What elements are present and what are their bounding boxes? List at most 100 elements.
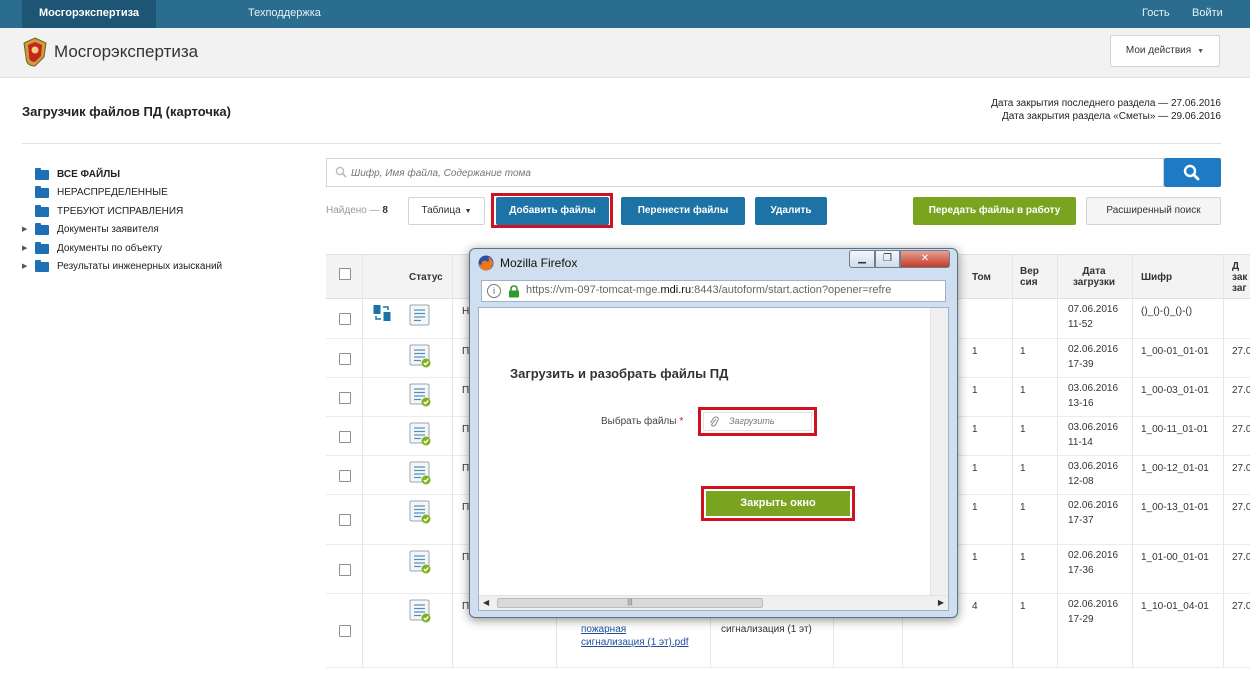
- move-files-button[interactable]: Перенести файлы: [621, 197, 745, 225]
- delete-button[interactable]: Удалить: [755, 197, 827, 225]
- row-deadline: 27.0: [1232, 502, 1250, 513]
- row-deadline: 27.0: [1232, 601, 1250, 612]
- row-cipher: 1_00-12_01-01: [1141, 463, 1209, 474]
- nav-tab-support[interactable]: Техподдержка: [248, 0, 321, 28]
- row-cipher: 1_01-00_01-01: [1141, 552, 1209, 563]
- view-mode-label: Таблица: [421, 205, 461, 216]
- tree-node[interactable]: ТРЕБУЮТ ИСПРАВЛЕНИЯ: [22, 203, 312, 221]
- expand-arrow-icon[interactable]: ▶: [22, 258, 32, 276]
- tree-node-label: НЕРАСПРЕДЕЛЕННЫЕ: [57, 187, 168, 199]
- column-tom[interactable]: Том: [972, 255, 1012, 299]
- address-bar[interactable]: i https://vm-097-tomcat-mge.mdi.ru:8443/…: [481, 280, 946, 302]
- required-marker: *: [679, 416, 684, 427]
- site-logo-text[interactable]: Мосгорэкспертиза: [54, 42, 198, 62]
- document-approved-icon[interactable]: [409, 500, 431, 524]
- transfer-files-button[interactable]: Передать файлы в работу: [913, 197, 1076, 225]
- document-icon[interactable]: [409, 304, 431, 328]
- found-number: 8: [382, 205, 388, 216]
- nav-tab-mosgorexpertiza[interactable]: Мосгорэкспертиза: [22, 0, 156, 28]
- minimize-button[interactable]: ▁: [849, 250, 875, 268]
- column-status[interactable]: Статус: [409, 255, 469, 299]
- document-approved-icon[interactable]: [409, 344, 431, 368]
- close-window-green-button[interactable]: Закрыть окно: [706, 491, 850, 516]
- row-time: 11-52: [1068, 319, 1093, 330]
- document-approved-icon[interactable]: [409, 550, 431, 574]
- advanced-search-button[interactable]: Расширенный поиск: [1086, 197, 1221, 225]
- deadline-last-section: Дата закрытия последнего раздела — 27.06…: [991, 98, 1221, 109]
- maximize-button[interactable]: ❐: [875, 250, 900, 268]
- vertical-scrollbar[interactable]: [930, 308, 948, 596]
- expand-arrow-icon[interactable]: ▶: [22, 221, 32, 239]
- row-checkbox[interactable]: [339, 391, 351, 404]
- tree-node[interactable]: ▶ Документы заявителя: [22, 221, 312, 239]
- scroll-thumb[interactable]: |||: [497, 598, 763, 608]
- tree-node[interactable]: ▶ Результаты инженерных изысканий: [22, 258, 312, 276]
- divider: [22, 143, 1221, 144]
- volume-content: сигнализация (1 эт): [721, 624, 812, 635]
- popup-content: ◀ ||| ▶: [478, 307, 949, 611]
- row-version: 1: [1020, 424, 1026, 435]
- firefox-icon: [478, 255, 494, 271]
- row-checkbox[interactable]: [339, 352, 351, 365]
- search-button[interactable]: [1164, 158, 1221, 187]
- document-approved-icon[interactable]: [409, 383, 431, 407]
- column-deadline[interactable]: Д зак заг: [1232, 255, 1250, 299]
- row-time: 17-29: [1068, 614, 1094, 625]
- row-checkbox[interactable]: [339, 430, 351, 443]
- search-field: [326, 158, 1164, 187]
- document-approved-icon[interactable]: [409, 461, 431, 485]
- search-icon: [335, 166, 347, 178]
- scroll-left-icon[interactable]: ◀: [483, 598, 489, 607]
- row-checkbox[interactable]: [339, 469, 351, 482]
- info-icon[interactable]: i: [487, 284, 501, 298]
- row-checkbox[interactable]: [339, 313, 351, 325]
- select-all-checkbox[interactable]: [339, 268, 351, 280]
- my-actions-dropdown[interactable]: Мои действия ▼: [1110, 35, 1220, 67]
- row-version: 1: [1020, 601, 1026, 612]
- swap-files-icon[interactable]: [373, 304, 391, 322]
- folder-icon: [35, 168, 49, 180]
- login-link[interactable]: Войти: [1192, 0, 1223, 28]
- row-upload-date: 03.06.2016 12-08: [1068, 459, 1118, 489]
- row-upload-date: 02.06.2016 17-29: [1068, 597, 1118, 627]
- column-cipher[interactable]: Шифр: [1141, 255, 1201, 299]
- row-tom: 4: [972, 601, 978, 612]
- row-upload-date: 02.06.2016 17-39: [1068, 342, 1118, 372]
- upload-file-button[interactable]: Загрузить: [703, 412, 812, 431]
- horizontal-scrollbar[interactable]: ◀ ||| ▶: [479, 595, 948, 610]
- search-input[interactable]: [351, 163, 1151, 183]
- close-window-button[interactable]: ✕: [900, 250, 950, 268]
- choose-files-label: Выбрать файлы *: [601, 416, 683, 427]
- row-deadline: 27.0: [1232, 346, 1250, 357]
- tree-node[interactable]: НЕРАСПРЕДЕЛЕННЫЕ: [22, 184, 312, 202]
- row-checkbox[interactable]: [339, 514, 351, 526]
- row-cipher: 1_00-01_01-01: [1141, 346, 1209, 357]
- row-cipher: 1_10-01_04-01: [1141, 601, 1209, 612]
- url-domain: mdi.ru: [660, 284, 692, 296]
- row-date: 02.06.2016: [1068, 599, 1119, 610]
- document-approved-icon[interactable]: [409, 422, 431, 446]
- tree-node[interactable]: ▶ Документы по объекту: [22, 240, 312, 258]
- expand-arrow-icon[interactable]: ▶: [22, 240, 32, 258]
- row-checkbox[interactable]: [339, 625, 351, 637]
- paperclip-icon: [710, 416, 719, 427]
- tree-node-label: ВСЕ ФАЙЛЫ: [57, 169, 121, 180]
- row-date: 02.06.2016: [1068, 344, 1119, 355]
- row-date: 07.06.2016: [1068, 304, 1119, 315]
- url-text: https://vm-097-tomcat-mge.mdi.ru:8443/au…: [526, 284, 944, 296]
- row-deadline: 27.0: [1232, 424, 1250, 435]
- row-deadline: 27.0: [1232, 385, 1250, 396]
- document-approved-icon[interactable]: [409, 599, 431, 623]
- site-header: Мосгорэкспертиза Мои действия ▼: [0, 28, 1250, 78]
- window-titlebar[interactable]: Mozilla Firefox ▁ ❐ ✕: [470, 249, 957, 277]
- tree-node[interactable]: ВСЕ ФАЙЛЫ: [22, 166, 312, 184]
- guest-label: Гость: [1142, 7, 1170, 19]
- file-link[interactable]: пожарная сигнализация (1 эт).pdf: [581, 623, 691, 649]
- column-upload-date[interactable]: Дата загрузки: [1068, 255, 1120, 299]
- scroll-right-icon[interactable]: ▶: [938, 598, 944, 607]
- row-cipher: 1_00-13_01-01: [1141, 502, 1209, 513]
- view-mode-dropdown[interactable]: Таблица ▼: [408, 197, 485, 225]
- row-date: 02.06.2016: [1068, 550, 1119, 561]
- row-checkbox[interactable]: [339, 563, 351, 576]
- column-version[interactable]: Вер сия: [1020, 255, 1046, 299]
